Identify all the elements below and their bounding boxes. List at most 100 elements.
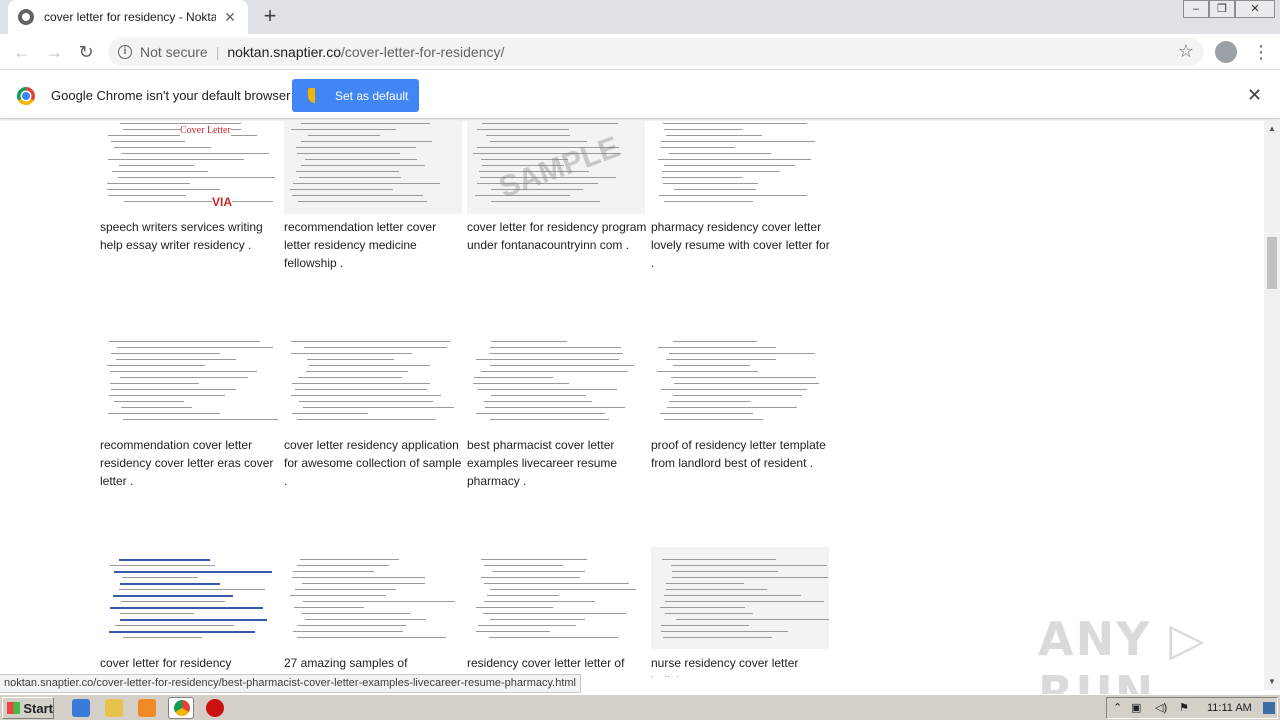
document-thumbnail[interactable]: [651, 547, 829, 649]
menu-dots-icon[interactable]: ⋮: [1252, 40, 1270, 64]
close-window-button[interactable]: ✕: [1235, 0, 1275, 18]
thumbnail-text-line: [114, 401, 184, 402]
media-player-icon[interactable]: [138, 699, 156, 717]
document-thumbnail[interactable]: [284, 329, 462, 431]
gallery-caption[interactable]: speech writers services writing help ess…: [100, 218, 280, 254]
thumbnail-text-line: [302, 613, 410, 614]
url-path: /cover-letter-for-residency/: [340, 44, 505, 60]
reload-icon[interactable]: ↻: [74, 40, 98, 64]
flag-icon[interactable]: ⚑: [1179, 701, 1189, 714]
document-thumbnail[interactable]: [651, 121, 829, 214]
document-thumbnail[interactable]: [651, 329, 829, 431]
tab-active[interactable]: cover letter for residency - Noktan.s ✕: [8, 0, 248, 34]
address-bar[interactable]: i Not secure | noktan.snaptier.co /cover…: [108, 38, 1204, 66]
thumbnail-text-line: [110, 383, 199, 384]
thumbnail-text-line: [666, 135, 762, 136]
system-tray: ⌃ ▣ ◁) ⚑ 11:11 AM: [1106, 697, 1278, 719]
thumbnail-text-line: [108, 195, 186, 196]
thumbnail-text-line: [304, 347, 447, 348]
minimize-button[interactable]: –: [1183, 0, 1209, 18]
document-thumbnail[interactable]: [284, 121, 462, 214]
document-thumbnail[interactable]: [284, 547, 462, 649]
tray-expand-icon[interactable]: ⌃: [1113, 701, 1122, 714]
gallery-caption[interactable]: 27 amazing samples of: [284, 654, 464, 672]
gallery-caption[interactable]: cover letter for residency program under…: [467, 218, 647, 254]
start-button[interactable]: Start: [2, 697, 54, 719]
gallery-caption[interactable]: nurse residency cover letter hellojames …: [651, 654, 831, 677]
thumbnail-text-line: [298, 377, 402, 378]
thumbnail-text-line: [490, 365, 634, 366]
separator: |: [215, 44, 220, 60]
thumbnail-text-line: [667, 407, 797, 408]
ie-icon[interactable]: [72, 699, 90, 717]
thumbnail-text-line: [657, 371, 758, 372]
thumbnail-text-line: [669, 401, 751, 402]
thumbnail-text-line: [296, 171, 399, 172]
thumbnail-text-line: [490, 589, 636, 590]
document-thumbnail[interactable]: SAMPLE: [467, 121, 645, 214]
scrollbar-thumb[interactable]: [1267, 237, 1277, 289]
thumbnail-text-line: [120, 613, 194, 614]
gallery-caption[interactable]: best pharmacist cover letter examples li…: [467, 436, 647, 490]
document-thumbnail[interactable]: [100, 547, 278, 649]
scroll-up-icon[interactable]: ▲: [1264, 121, 1280, 137]
back-icon[interactable]: ←: [10, 40, 34, 64]
gallery-caption[interactable]: cover letter for residency: [100, 654, 280, 672]
gallery-caption[interactable]: pharmacy residency cover letter lovely r…: [651, 218, 831, 272]
thumbnail-text-line: [111, 389, 236, 390]
gallery-caption[interactable]: recommendation letter cover letter resid…: [284, 218, 464, 272]
globe-icon: [18, 9, 34, 25]
thumbnail-text-line: [484, 601, 595, 602]
thumbnail-text-line: [661, 141, 815, 142]
thumbnail-text-line: [293, 631, 403, 632]
restore-button[interactable]: ❐: [1209, 0, 1235, 18]
thumbnail-text-line: [672, 571, 778, 572]
thumbnail-text-line: [660, 607, 745, 608]
shield-icon: [308, 88, 322, 103]
gallery-caption[interactable]: proof of residency letter template from …: [651, 436, 831, 472]
bookmark-star-icon[interactable]: ☆: [1178, 41, 1194, 62]
gallery-caption[interactable]: cover letter residency application for a…: [284, 436, 464, 490]
thumbnail-text-line: [291, 129, 396, 130]
set-as-default-button[interactable]: Set as default: [292, 79, 419, 112]
chrome-taskbar-button[interactable]: [168, 697, 194, 719]
gallery-caption[interactable]: recommendation cover letter residency co…: [100, 436, 280, 490]
thumbnail-text-line: [487, 595, 559, 596]
infobar-close-icon[interactable]: ✕: [1247, 85, 1262, 106]
tab-close-button[interactable]: ✕: [222, 9, 238, 26]
new-tab-button[interactable]: +: [258, 4, 282, 28]
forward-icon[interactable]: →: [42, 40, 66, 64]
document-thumbnail[interactable]: Cover Letter VIA: [100, 121, 278, 214]
thumbnail-text-line: [473, 383, 569, 384]
thumbnail-text-line: [658, 159, 811, 160]
taskbar: Start ⌃ ▣ ◁) ⚑ 11:11 AM: [0, 694, 1280, 720]
thumbnail-text-line: [123, 419, 278, 420]
thumbnail-text-line: [671, 377, 816, 378]
thumbnail-text-line: [121, 601, 225, 602]
document-thumbnail[interactable]: [467, 547, 645, 649]
thumbnail-text-line: [661, 631, 788, 632]
thumbnail-text-line: [306, 371, 408, 372]
vertical-scrollbar[interactable]: ▲ ▼: [1264, 121, 1280, 690]
profile-avatar-icon[interactable]: [1215, 41, 1237, 63]
thumbnail-text-line: [491, 341, 567, 342]
document-thumbnail[interactable]: [100, 329, 278, 431]
thumbnail-text-line: [121, 407, 192, 408]
info-icon[interactable]: i: [118, 45, 132, 59]
document-thumbnail[interactable]: [467, 329, 645, 431]
tab-title: cover letter for residency - Noktan.s: [44, 10, 216, 24]
volume-icon[interactable]: ◁): [1155, 701, 1167, 714]
thumbnail-text-line: [107, 365, 205, 366]
chrome-logo-icon: [17, 87, 35, 105]
network-icon[interactable]: ▣: [1131, 701, 1141, 714]
thumbnail-text-line: [113, 595, 233, 597]
show-desktop-icon[interactable]: [1263, 702, 1275, 714]
warning-app-icon[interactable]: [206, 699, 224, 717]
thumbnail-text-line: [123, 637, 202, 638]
thumbnail-text-line: [307, 359, 394, 360]
thumbnail-logo: VIA: [212, 195, 233, 209]
thumbnail-text-line: [109, 395, 225, 396]
thumbnail-text-line: [302, 583, 425, 584]
thumbnail-text-line: [665, 613, 753, 614]
folder-icon[interactable]: [105, 699, 123, 717]
